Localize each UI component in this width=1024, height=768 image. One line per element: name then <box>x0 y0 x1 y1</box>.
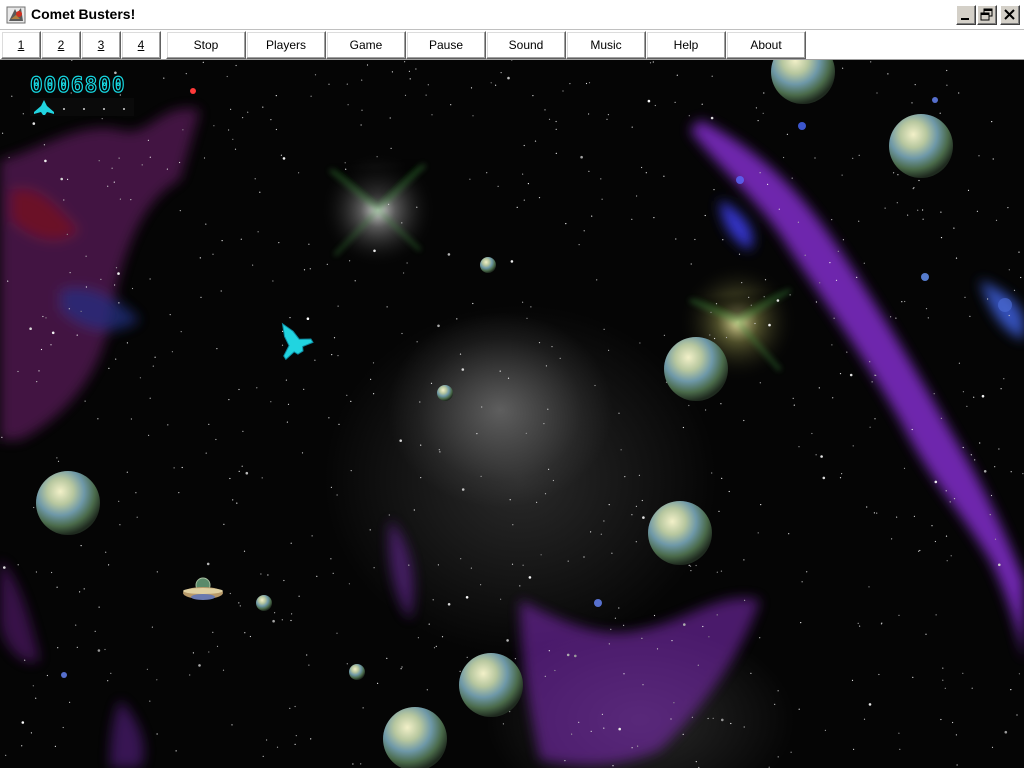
menu-bar: 1 2 3 4 Stop Players Game Pause Sound Mu… <box>0 30 1024 60</box>
minimize-button[interactable] <box>956 5 976 25</box>
game-playfield[interactable]: 0006800 <box>0 60 1024 768</box>
explosion-burst <box>320 152 436 268</box>
small-asteroid <box>349 664 365 680</box>
menu-button-help[interactable]: Help <box>646 31 726 59</box>
blue-star <box>998 298 1012 312</box>
menu-button-players[interactable]: Players <box>246 31 326 59</box>
menu-button-1[interactable]: 1 <box>1 31 41 59</box>
menu-button-music[interactable]: Music <box>566 31 646 59</box>
large-asteroid <box>36 471 100 535</box>
minimize-icon <box>961 18 969 20</box>
space-scene <box>0 60 1024 768</box>
small-asteroid <box>480 257 496 273</box>
close-button[interactable] <box>1000 5 1020 25</box>
title-bar[interactable]: Comet Busters! <box>0 0 1024 30</box>
menu-button-4[interactable]: 4 <box>121 31 161 59</box>
enemy-ufo <box>183 577 223 600</box>
blue-star <box>736 176 744 184</box>
menu-button-sound[interactable]: Sound <box>486 31 566 59</box>
lives-indicator <box>30 98 134 116</box>
menu-label-music: Music <box>590 38 622 52</box>
menu-label-4: 4 <box>137 38 145 52</box>
player-ship <box>281 322 314 361</box>
menu-button-2[interactable]: 2 <box>41 31 81 59</box>
blue-star <box>61 672 67 678</box>
menu-button-about[interactable]: About <box>726 31 806 59</box>
menu-button-3[interactable]: 3 <box>81 31 121 59</box>
small-asteroid <box>437 385 453 401</box>
menu-label-3: 3 <box>97 38 105 52</box>
large-asteroid <box>459 653 523 717</box>
blue-star <box>921 273 929 281</box>
score-display: 0006800 <box>29 73 126 97</box>
menu-label-1: 1 <box>17 38 25 52</box>
menu-button-stop[interactable]: Stop <box>166 31 246 59</box>
large-asteroid <box>383 707 447 768</box>
restore-icon <box>980 8 993 21</box>
ship-life-icon <box>34 100 125 115</box>
restore-button[interactable] <box>977 5 997 25</box>
menu-button-game[interactable]: Game <box>326 31 406 59</box>
menu-label-sound: Sound <box>508 38 544 52</box>
blue-star <box>798 122 806 130</box>
menu-label-pause: Pause <box>428 38 464 52</box>
small-asteroid <box>256 595 272 611</box>
menu-label-players: Players <box>265 38 306 52</box>
menu-label-stop: Stop <box>193 38 219 52</box>
game-window: Comet Busters! 1 2 3 4 Stop Players Game… <box>0 0 1024 768</box>
menu-button-pause[interactable]: Pause <box>406 31 486 59</box>
blue-star <box>932 97 938 103</box>
large-asteroid <box>664 337 728 401</box>
nebula-right <box>690 120 1024 660</box>
menu-label-about: About <box>750 38 782 52</box>
blue-star <box>594 599 602 607</box>
menu-label-2: 2 <box>57 38 65 52</box>
large-asteroid <box>771 60 835 104</box>
menu-label-help: Help <box>673 38 699 52</box>
window-title: Comet Busters! <box>31 6 136 22</box>
large-asteroid <box>648 501 712 565</box>
close-icon <box>1004 9 1015 20</box>
large-asteroid <box>889 114 953 178</box>
red-star <box>190 88 196 94</box>
comet-busters-app-icon <box>6 6 26 24</box>
menu-label-game: Game <box>349 38 383 52</box>
nebula-left <box>0 108 200 662</box>
